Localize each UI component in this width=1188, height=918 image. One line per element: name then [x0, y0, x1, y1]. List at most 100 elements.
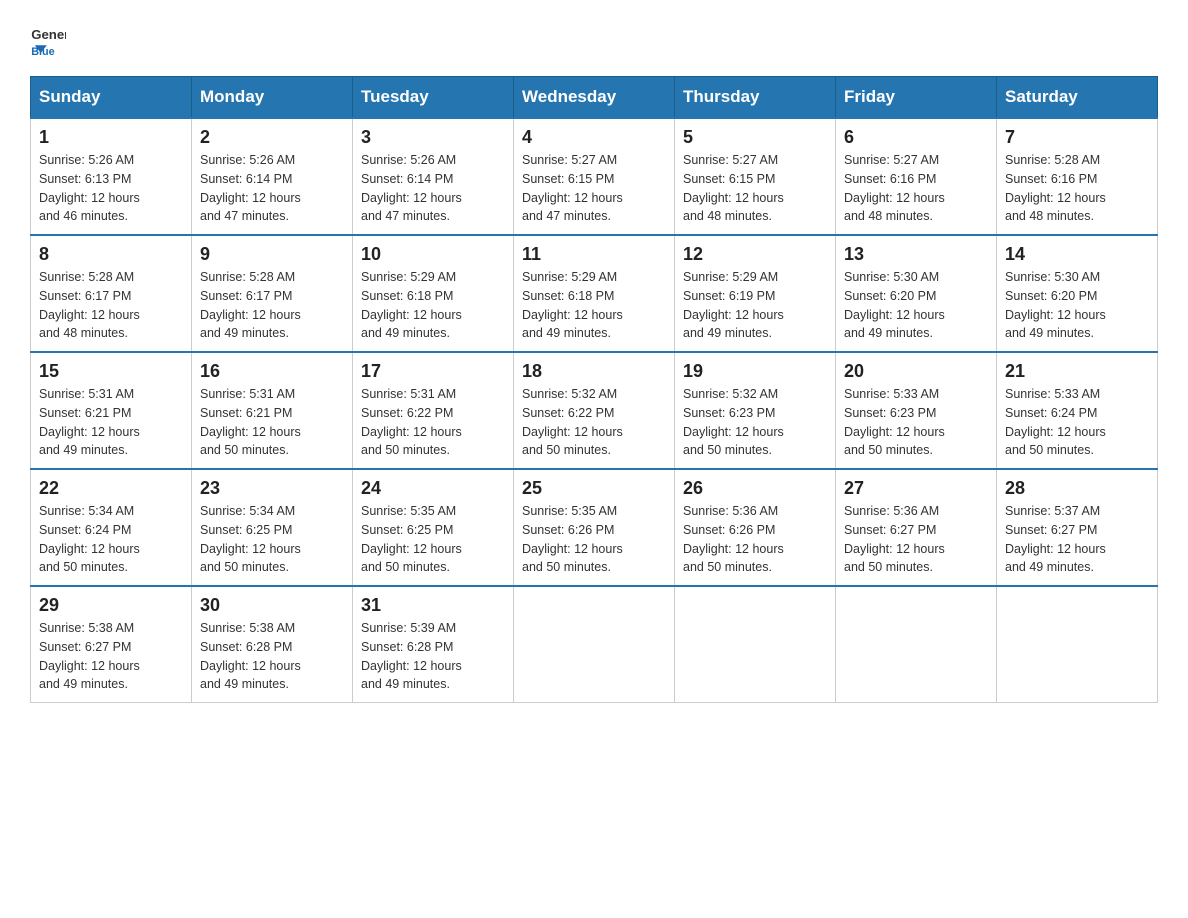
day-info: Sunrise: 5:27 AMSunset: 6:16 PMDaylight:…	[844, 153, 945, 223]
day-number: 23	[200, 478, 344, 499]
header-sunday: Sunday	[31, 77, 192, 119]
day-info: Sunrise: 5:27 AMSunset: 6:15 PMDaylight:…	[683, 153, 784, 223]
day-number: 6	[844, 127, 988, 148]
header-saturday: Saturday	[997, 77, 1158, 119]
day-info: Sunrise: 5:39 AMSunset: 6:28 PMDaylight:…	[361, 621, 462, 691]
day-number: 10	[361, 244, 505, 265]
day-number: 5	[683, 127, 827, 148]
calendar-cell: 18 Sunrise: 5:32 AMSunset: 6:22 PMDaylig…	[514, 352, 675, 469]
logo: General Blue	[30, 20, 68, 56]
day-info: Sunrise: 5:36 AMSunset: 6:27 PMDaylight:…	[844, 504, 945, 574]
day-info: Sunrise: 5:29 AMSunset: 6:18 PMDaylight:…	[522, 270, 623, 340]
day-info: Sunrise: 5:38 AMSunset: 6:27 PMDaylight:…	[39, 621, 140, 691]
day-number: 26	[683, 478, 827, 499]
day-info: Sunrise: 5:31 AMSunset: 6:21 PMDaylight:…	[39, 387, 140, 457]
logo-icon: General Blue	[30, 20, 66, 56]
calendar-cell	[514, 586, 675, 703]
calendar-cell: 24 Sunrise: 5:35 AMSunset: 6:25 PMDaylig…	[353, 469, 514, 586]
day-number: 22	[39, 478, 183, 499]
day-info: Sunrise: 5:28 AMSunset: 6:17 PMDaylight:…	[200, 270, 301, 340]
calendar-cell: 2 Sunrise: 5:26 AMSunset: 6:14 PMDayligh…	[192, 118, 353, 235]
header-wednesday: Wednesday	[514, 77, 675, 119]
day-info: Sunrise: 5:30 AMSunset: 6:20 PMDaylight:…	[844, 270, 945, 340]
calendar-cell: 11 Sunrise: 5:29 AMSunset: 6:18 PMDaylig…	[514, 235, 675, 352]
day-info: Sunrise: 5:34 AMSunset: 6:25 PMDaylight:…	[200, 504, 301, 574]
calendar-week-1: 1 Sunrise: 5:26 AMSunset: 6:13 PMDayligh…	[31, 118, 1158, 235]
calendar-week-4: 22 Sunrise: 5:34 AMSunset: 6:24 PMDaylig…	[31, 469, 1158, 586]
day-info: Sunrise: 5:35 AMSunset: 6:25 PMDaylight:…	[361, 504, 462, 574]
day-number: 25	[522, 478, 666, 499]
day-info: Sunrise: 5:29 AMSunset: 6:19 PMDaylight:…	[683, 270, 784, 340]
day-info: Sunrise: 5:37 AMSunset: 6:27 PMDaylight:…	[1005, 504, 1106, 574]
header-thursday: Thursday	[675, 77, 836, 119]
calendar-cell: 16 Sunrise: 5:31 AMSunset: 6:21 PMDaylig…	[192, 352, 353, 469]
day-number: 21	[1005, 361, 1149, 382]
day-info: Sunrise: 5:32 AMSunset: 6:22 PMDaylight:…	[522, 387, 623, 457]
day-number: 7	[1005, 127, 1149, 148]
day-info: Sunrise: 5:34 AMSunset: 6:24 PMDaylight:…	[39, 504, 140, 574]
day-number: 31	[361, 595, 505, 616]
day-number: 27	[844, 478, 988, 499]
svg-text:General: General	[31, 27, 66, 42]
calendar-cell: 30 Sunrise: 5:38 AMSunset: 6:28 PMDaylig…	[192, 586, 353, 703]
svg-text:Blue: Blue	[31, 46, 54, 56]
calendar-cell: 21 Sunrise: 5:33 AMSunset: 6:24 PMDaylig…	[997, 352, 1158, 469]
calendar-header: Sunday Monday Tuesday Wednesday Thursday…	[31, 77, 1158, 119]
day-info: Sunrise: 5:31 AMSunset: 6:21 PMDaylight:…	[200, 387, 301, 457]
day-info: Sunrise: 5:35 AMSunset: 6:26 PMDaylight:…	[522, 504, 623, 574]
day-number: 16	[200, 361, 344, 382]
day-number: 17	[361, 361, 505, 382]
calendar-cell: 7 Sunrise: 5:28 AMSunset: 6:16 PMDayligh…	[997, 118, 1158, 235]
day-number: 1	[39, 127, 183, 148]
calendar-cell: 3 Sunrise: 5:26 AMSunset: 6:14 PMDayligh…	[353, 118, 514, 235]
day-number: 18	[522, 361, 666, 382]
weekday-row: Sunday Monday Tuesday Wednesday Thursday…	[31, 77, 1158, 119]
calendar-cell	[997, 586, 1158, 703]
day-info: Sunrise: 5:26 AMSunset: 6:14 PMDaylight:…	[200, 153, 301, 223]
header-tuesday: Tuesday	[353, 77, 514, 119]
day-info: Sunrise: 5:30 AMSunset: 6:20 PMDaylight:…	[1005, 270, 1106, 340]
header-monday: Monday	[192, 77, 353, 119]
day-info: Sunrise: 5:26 AMSunset: 6:14 PMDaylight:…	[361, 153, 462, 223]
calendar-table: Sunday Monday Tuesday Wednesday Thursday…	[30, 76, 1158, 703]
calendar-cell: 19 Sunrise: 5:32 AMSunset: 6:23 PMDaylig…	[675, 352, 836, 469]
day-info: Sunrise: 5:33 AMSunset: 6:24 PMDaylight:…	[1005, 387, 1106, 457]
day-number: 4	[522, 127, 666, 148]
day-number: 24	[361, 478, 505, 499]
page-header: General Blue	[30, 20, 1158, 56]
day-info: Sunrise: 5:26 AMSunset: 6:13 PMDaylight:…	[39, 153, 140, 223]
calendar-cell: 1 Sunrise: 5:26 AMSunset: 6:13 PMDayligh…	[31, 118, 192, 235]
calendar-cell: 31 Sunrise: 5:39 AMSunset: 6:28 PMDaylig…	[353, 586, 514, 703]
day-info: Sunrise: 5:31 AMSunset: 6:22 PMDaylight:…	[361, 387, 462, 457]
calendar-cell: 10 Sunrise: 5:29 AMSunset: 6:18 PMDaylig…	[353, 235, 514, 352]
day-number: 15	[39, 361, 183, 382]
calendar-cell: 20 Sunrise: 5:33 AMSunset: 6:23 PMDaylig…	[836, 352, 997, 469]
day-info: Sunrise: 5:28 AMSunset: 6:17 PMDaylight:…	[39, 270, 140, 340]
calendar-cell: 4 Sunrise: 5:27 AMSunset: 6:15 PMDayligh…	[514, 118, 675, 235]
day-info: Sunrise: 5:27 AMSunset: 6:15 PMDaylight:…	[522, 153, 623, 223]
day-info: Sunrise: 5:38 AMSunset: 6:28 PMDaylight:…	[200, 621, 301, 691]
calendar-cell: 26 Sunrise: 5:36 AMSunset: 6:26 PMDaylig…	[675, 469, 836, 586]
calendar-cell: 13 Sunrise: 5:30 AMSunset: 6:20 PMDaylig…	[836, 235, 997, 352]
calendar-week-3: 15 Sunrise: 5:31 AMSunset: 6:21 PMDaylig…	[31, 352, 1158, 469]
day-number: 30	[200, 595, 344, 616]
calendar-cell	[836, 586, 997, 703]
header-friday: Friday	[836, 77, 997, 119]
day-number: 29	[39, 595, 183, 616]
calendar-cell: 25 Sunrise: 5:35 AMSunset: 6:26 PMDaylig…	[514, 469, 675, 586]
calendar-cell: 6 Sunrise: 5:27 AMSunset: 6:16 PMDayligh…	[836, 118, 997, 235]
day-number: 9	[200, 244, 344, 265]
calendar-cell: 8 Sunrise: 5:28 AMSunset: 6:17 PMDayligh…	[31, 235, 192, 352]
calendar-cell: 23 Sunrise: 5:34 AMSunset: 6:25 PMDaylig…	[192, 469, 353, 586]
calendar-cell: 17 Sunrise: 5:31 AMSunset: 6:22 PMDaylig…	[353, 352, 514, 469]
calendar-cell: 15 Sunrise: 5:31 AMSunset: 6:21 PMDaylig…	[31, 352, 192, 469]
day-number: 20	[844, 361, 988, 382]
day-number: 11	[522, 244, 666, 265]
calendar-week-2: 8 Sunrise: 5:28 AMSunset: 6:17 PMDayligh…	[31, 235, 1158, 352]
day-info: Sunrise: 5:33 AMSunset: 6:23 PMDaylight:…	[844, 387, 945, 457]
calendar-cell: 27 Sunrise: 5:36 AMSunset: 6:27 PMDaylig…	[836, 469, 997, 586]
calendar-week-5: 29 Sunrise: 5:38 AMSunset: 6:27 PMDaylig…	[31, 586, 1158, 703]
day-number: 3	[361, 127, 505, 148]
day-info: Sunrise: 5:32 AMSunset: 6:23 PMDaylight:…	[683, 387, 784, 457]
day-info: Sunrise: 5:36 AMSunset: 6:26 PMDaylight:…	[683, 504, 784, 574]
